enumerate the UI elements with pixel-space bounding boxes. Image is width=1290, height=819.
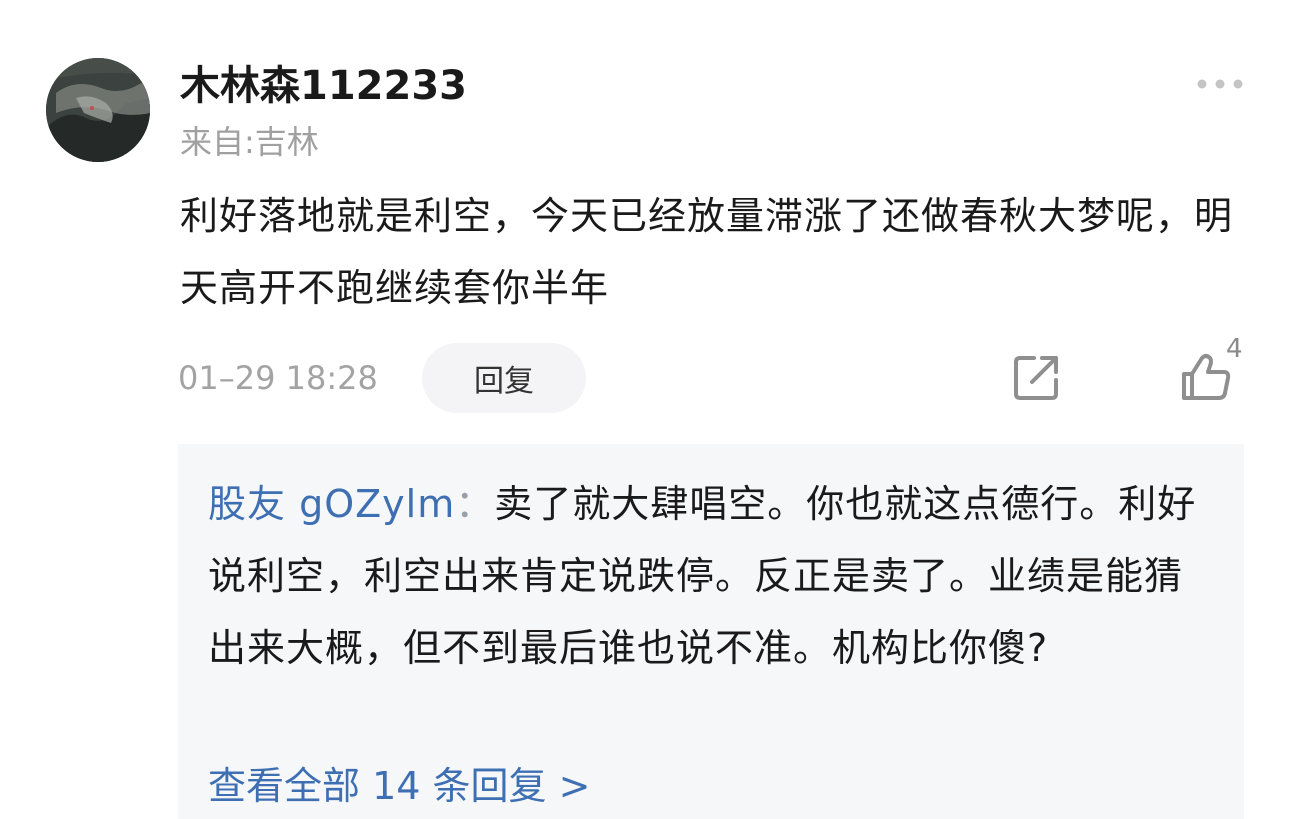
- thumbs-up-icon[interactable]: [1180, 352, 1232, 402]
- view-all-replies-link[interactable]: 查看全部 14 条回复 >: [208, 758, 590, 814]
- reply-author[interactable]: 股友 gOZylm: [208, 482, 455, 526]
- replies-preview: 股友 gOZylm：卖了就大肆唱空。你也就这点德行。利好说利空，利空出来肯定说跌…: [178, 444, 1244, 819]
- comment-card: 木林森112233 来自:吉林 利好落地就是利空，今天已经放量滞涨了还做春秋大梦…: [0, 0, 1290, 819]
- avatar[interactable]: [46, 58, 150, 162]
- avatar-image: [46, 58, 150, 162]
- reply-item: 股友 gOZylm：卖了就大肆唱空。你也就这点德行。利好说利空，利空出来肯定说跌…: [208, 468, 1208, 684]
- reply-separator: ：: [455, 482, 495, 526]
- location-label: 来自:吉林: [180, 123, 319, 161]
- reply-button[interactable]: 回复: [422, 343, 586, 413]
- username[interactable]: 木林森112233: [180, 62, 467, 110]
- comment-body: 利好落地就是利空，今天已经放量滞涨了还做春秋大梦呢，明天高开不跑继续套你半年: [180, 194, 1234, 310]
- share-icon[interactable]: [1012, 352, 1062, 402]
- like-count: 4: [1226, 334, 1243, 364]
- comment-timestamp: 01–29 18:28: [178, 359, 378, 397]
- more-dots-icon[interactable]: [1196, 76, 1244, 92]
